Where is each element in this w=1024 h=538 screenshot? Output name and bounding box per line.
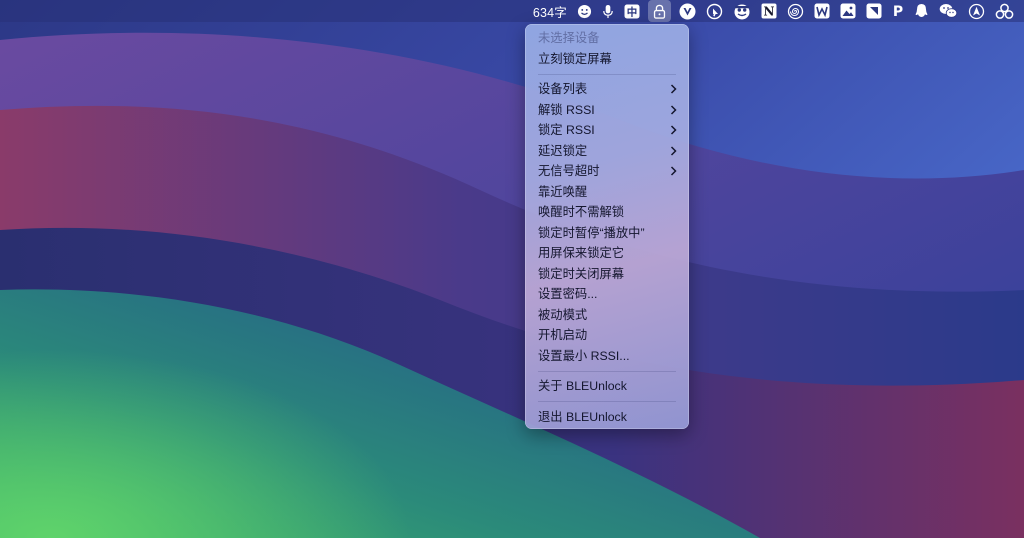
menu-item-lock-delay-label: 延迟锁定	[538, 143, 588, 158]
menu-item-launch-at-login[interactable]: 开机启动	[525, 325, 689, 346]
menu-item-about-label: 关于 BLEUnlock	[538, 379, 627, 393]
menu-separator	[525, 397, 689, 407]
cursor-icon[interactable]	[701, 0, 728, 22]
menu-item-pause-now-playing[interactable]: 锁定时暂停“播放中”	[525, 223, 689, 244]
word-count[interactable]: 634字	[533, 0, 572, 22]
chinese-input-glyph: 中	[627, 5, 638, 18]
menu-item-turn-off-screen[interactable]: 锁定时关闭屏幕	[525, 264, 689, 285]
menu-item-no-device: 未选择设备	[525, 28, 689, 49]
p-icon[interactable]: P	[887, 0, 909, 22]
microphone-icon[interactable]	[597, 0, 619, 22]
menu-item-lock-delay[interactable]: 延迟锁定	[525, 141, 689, 162]
menu-item-set-password-label: 设置密码...	[538, 287, 598, 301]
desktop-wallpaper	[0, 0, 1024, 538]
menu-item-use-screensaver[interactable]: 用屏保来锁定它	[525, 243, 689, 264]
menu-item-wake-on-proximity[interactable]: 靠近唤醒	[525, 182, 689, 203]
menu-separator	[525, 69, 689, 79]
mascot-icon[interactable]	[728, 0, 756, 22]
chevron-right-icon	[670, 141, 677, 162]
menu-item-quit[interactable]: 退出 BLEUnlock	[525, 407, 689, 428]
menu-item-about[interactable]: 关于 BLEUnlock	[525, 376, 689, 397]
menu-item-lock-rssi-label: 锁定 RSSI	[538, 123, 595, 137]
photo-icon[interactable]	[835, 0, 861, 22]
menu-bar: 634字 中 N P	[0, 0, 1024, 22]
menu-separator	[525, 366, 689, 376]
wps-icon[interactable]	[809, 0, 835, 22]
menu-item-wake-without-unlock[interactable]: 唤醒时不需解锁	[525, 202, 689, 223]
menu-item-lock-now[interactable]: 立刻锁定屏幕	[525, 49, 689, 70]
p-glyph: P	[893, 4, 903, 19]
menu-item-unlock-rssi[interactable]: 解锁 RSSI	[525, 100, 689, 121]
chevron-right-icon	[670, 100, 677, 121]
chevron-right-icon	[670, 79, 677, 100]
menu-item-passive-mode-label: 被动模式	[538, 307, 588, 322]
chinese-input-icon[interactable]: 中	[619, 0, 645, 22]
menu-item-device-list-label: 设备列表	[538, 82, 588, 96]
vpn-icon[interactable]	[674, 0, 701, 22]
menu-item-set-min-rssi-label: 设置最小 RSSI...	[538, 348, 630, 363]
kite-icon[interactable]	[861, 0, 887, 22]
menu-item-unlock-rssi-label: 解锁 RSSI	[538, 102, 595, 117]
menu-item-set-password[interactable]: 设置密码...	[525, 284, 689, 305]
menu-item-wake-on-proximity-label: 靠近唤醒	[538, 184, 588, 199]
chevron-right-icon	[670, 120, 677, 141]
notion-glyph: N	[764, 5, 775, 19]
menu-item-pause-now-playing-label: 锁定时暂停“播放中”	[538, 225, 645, 240]
menu-item-no-device-label: 未选择设备	[538, 31, 600, 45]
wechat-icon[interactable]	[934, 0, 963, 22]
menu-item-no-signal-timeout-label: 无信号超时	[538, 164, 600, 178]
cluster-icon[interactable]	[990, 0, 1024, 22]
menu-item-launch-at-login-label: 开机启动	[538, 328, 588, 342]
menu-item-quit-label: 退出 BLEUnlock	[538, 409, 627, 424]
notion-icon[interactable]: N	[756, 0, 782, 22]
menu-item-no-signal-timeout[interactable]: 无信号超时	[525, 161, 689, 182]
menu-item-turn-off-screen-label: 锁定时关闭屏幕	[538, 266, 625, 281]
qq-icon[interactable]	[909, 0, 934, 22]
menu-item-lock-rssi[interactable]: 锁定 RSSI	[525, 120, 689, 141]
menu-item-lock-now-label: 立刻锁定屏幕	[538, 51, 612, 66]
navigation-icon[interactable]	[963, 0, 990, 22]
menu-item-wake-without-unlock-label: 唤醒时不需解锁	[538, 205, 625, 219]
menu-item-passive-mode[interactable]: 被动模式	[525, 305, 689, 326]
menu-item-device-list[interactable]: 设备列表	[525, 79, 689, 100]
bleunlock-menu: 未选择设备 立刻锁定屏幕 设备列表 解锁 RSSI 锁定 RSSI 延迟锁定 无…	[525, 24, 689, 429]
menu-item-set-min-rssi[interactable]: 设置最小 RSSI...	[525, 346, 689, 367]
spiral-icon[interactable]	[782, 0, 809, 22]
lock-icon[interactable]	[648, 0, 671, 22]
chevron-right-icon	[670, 161, 677, 182]
menu-item-use-screensaver-label: 用屏保来锁定它	[538, 246, 625, 260]
emoji-icon[interactable]	[572, 0, 597, 22]
